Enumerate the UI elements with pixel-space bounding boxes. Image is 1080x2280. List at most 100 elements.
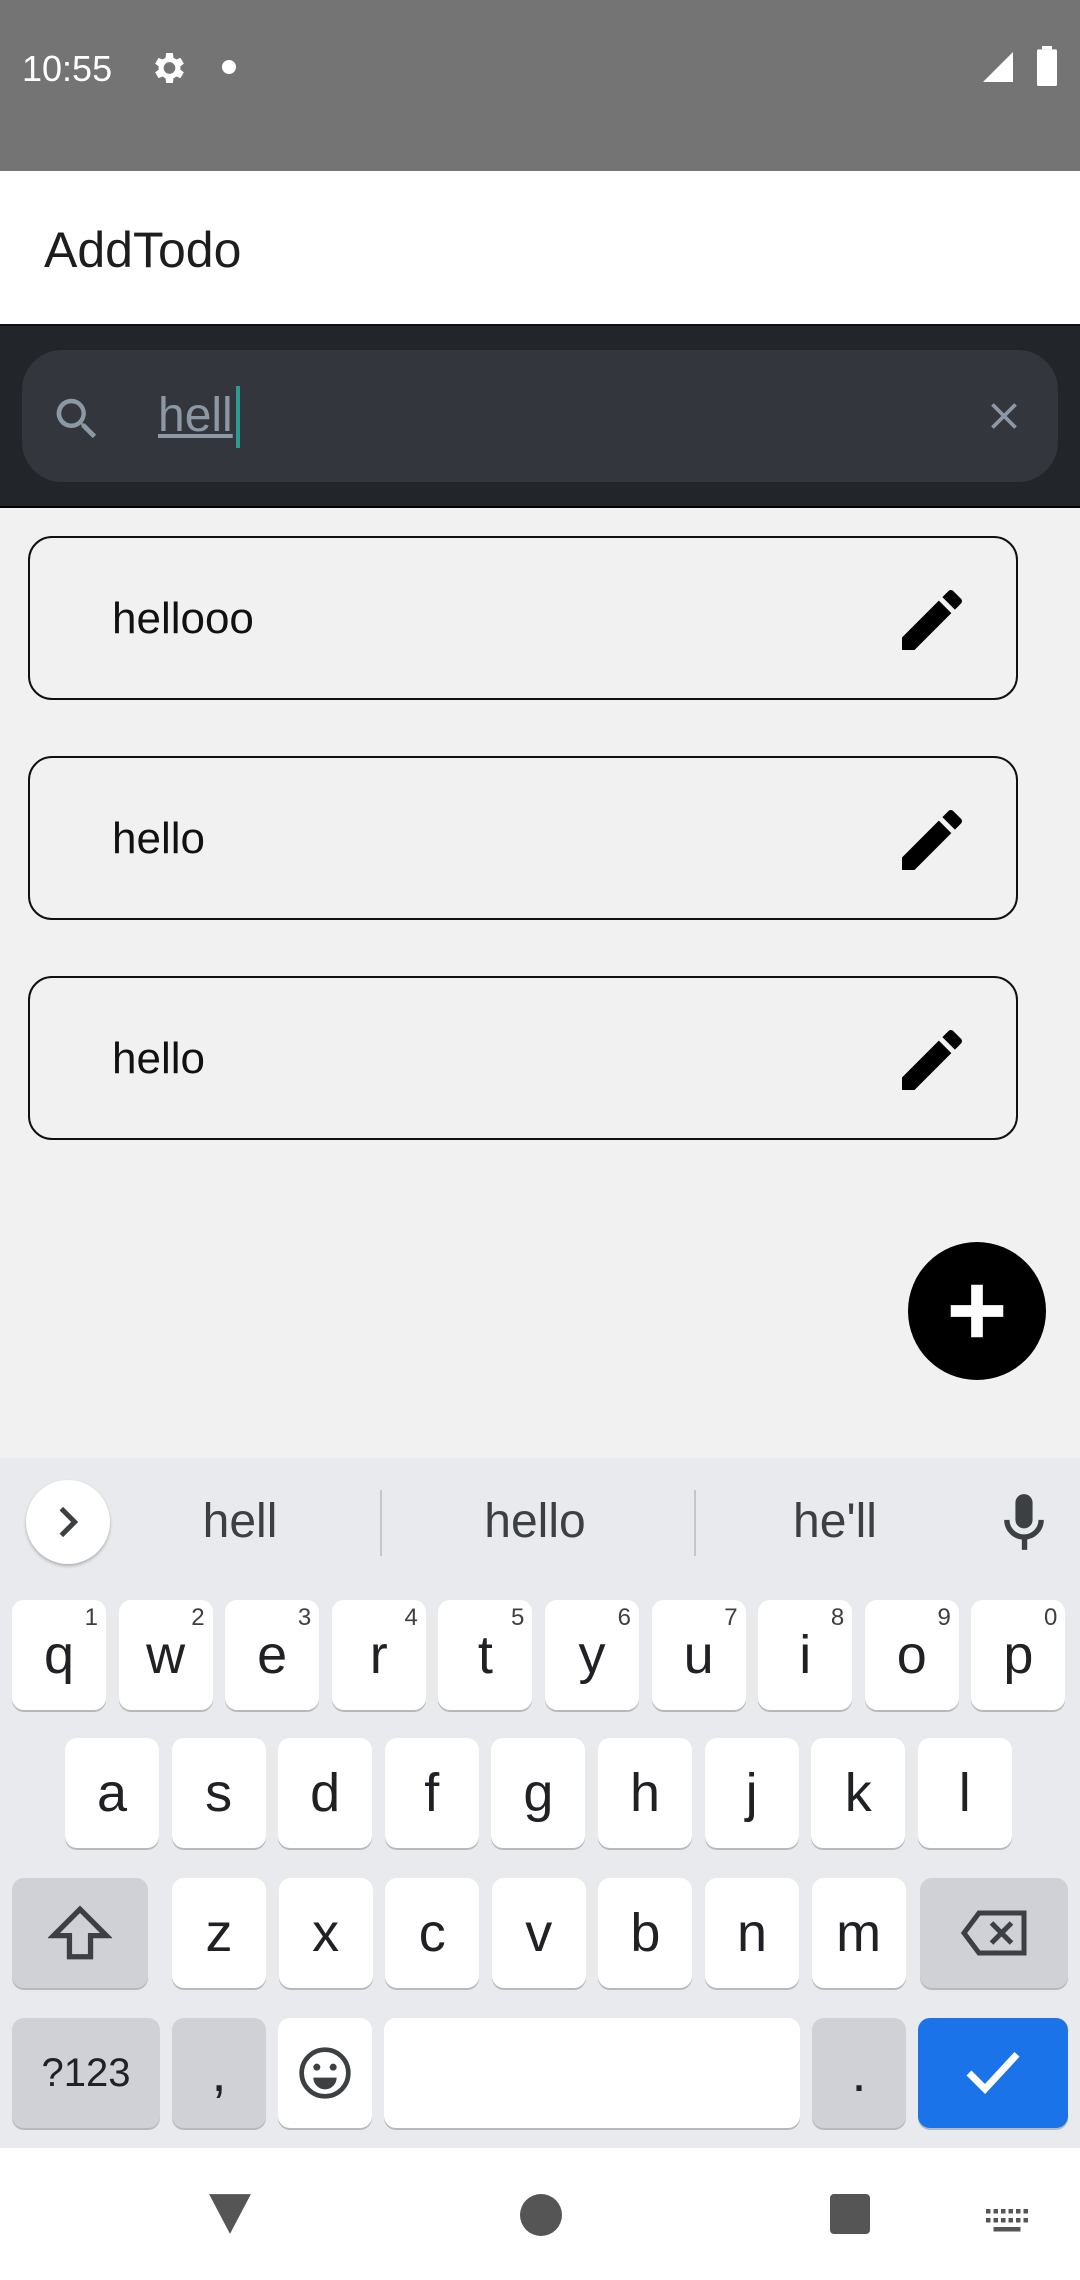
key-label: d (310, 1763, 341, 1823)
edit-pencil-icon[interactable] (892, 800, 972, 880)
key-x[interactable]: x (278, 1878, 373, 1988)
status-bar: 10:55 (0, 0, 1080, 171)
key-hint: 6 (617, 1604, 631, 1631)
todo-text: hellooo (112, 594, 254, 643)
key-b[interactable]: b (598, 1878, 693, 1988)
home-circle-icon[interactable] (520, 2194, 562, 2236)
chevron-right-icon (59, 1506, 79, 1538)
key-label: k (844, 1763, 872, 1823)
suggestion-item[interactable]: he'll (740, 1494, 930, 1549)
key-label: s (205, 1763, 233, 1823)
key-h[interactable]: h (598, 1738, 692, 1848)
battery-icon (1037, 46, 1057, 86)
shift-icon (48, 1905, 112, 1960)
expand-toolbar-button[interactable] (26, 1480, 110, 1564)
key-w[interactable]: w2 (118, 1600, 213, 1710)
key-label: g (523, 1763, 554, 1823)
plus-icon (950, 1284, 1004, 1338)
key-label: o (896, 1625, 927, 1685)
key-s[interactable]: s (171, 1738, 266, 1848)
suggestion-item[interactable]: hell (150, 1494, 330, 1549)
key-label: u (683, 1625, 714, 1685)
key-g[interactable]: g (491, 1738, 586, 1848)
key-label: p (1003, 1625, 1034, 1685)
key-label: w (146, 1625, 186, 1685)
suggestion-divider (694, 1490, 696, 1556)
key-y[interactable]: y6 (545, 1600, 639, 1710)
notification-dot-icon (222, 60, 236, 74)
key-v[interactable]: v (491, 1878, 586, 1988)
key-i[interactable]: i8 (758, 1600, 853, 1710)
todo-text: hello (112, 1034, 205, 1083)
back-triangle-icon[interactable] (204, 2190, 256, 2236)
key-hint: 0 (1044, 1604, 1058, 1631)
todo-item[interactable]: hellooo (28, 536, 1018, 700)
key-label: q (43, 1625, 75, 1685)
key-j[interactable]: j (704, 1738, 799, 1848)
key-label: e (257, 1625, 288, 1685)
key-hint: 5 (511, 1604, 525, 1631)
todo-item[interactable]: hello (28, 976, 1018, 1140)
key-r[interactable]: r4 (331, 1600, 426, 1710)
search-input[interactable] (158, 380, 938, 450)
key-hint: 9 (937, 1604, 951, 1631)
key-label: z (205, 1903, 233, 1963)
suggestion-strip: hell hello he'll (0, 1458, 1080, 1586)
key-f[interactable]: f (384, 1738, 479, 1848)
period-key[interactable]: . (812, 2018, 906, 2128)
settings-gear-icon (155, 53, 184, 83)
search-box[interactable] (22, 350, 1058, 482)
space-key[interactable] (384, 2018, 800, 2128)
key-k[interactable]: k (811, 1738, 906, 1848)
edit-pencil-icon[interactable] (892, 580, 972, 660)
key-label: c (418, 1903, 446, 1963)
key-hint: 1 (84, 1604, 98, 1631)
key-hint: 7 (724, 1604, 738, 1631)
clear-icon[interactable] (982, 394, 1026, 438)
key-n[interactable]: n (705, 1878, 799, 1988)
key-t[interactable]: t5 (438, 1600, 533, 1710)
checkmark-icon (966, 2051, 1020, 2095)
edit-pencil-icon[interactable] (892, 1020, 972, 1100)
key-label: x (312, 1903, 340, 1963)
keyboard-switch-icon[interactable] (986, 2208, 1028, 2234)
key-m[interactable]: m (811, 1878, 906, 1988)
key-label: a (96, 1763, 128, 1823)
key-o[interactable]: o9 (864, 1600, 959, 1710)
emoji-key[interactable] (278, 2018, 372, 2128)
backspace-icon (960, 1910, 1027, 1956)
done-key[interactable] (918, 2018, 1068, 2128)
todo-item[interactable]: hello (28, 756, 1018, 920)
backspace-key[interactable] (920, 1878, 1068, 1988)
signal-icon (983, 52, 1013, 82)
key-q[interactable]: q1 (12, 1600, 106, 1710)
key-label: i (799, 1625, 812, 1685)
key-e[interactable]: e3 (225, 1600, 320, 1710)
shift-key[interactable] (12, 1878, 148, 1988)
key-u[interactable]: u7 (651, 1600, 746, 1710)
key-a[interactable]: a (65, 1738, 159, 1848)
navigation-bar (0, 2148, 1080, 2280)
microphone-icon[interactable] (998, 1492, 1050, 1552)
todo-text: hello (112, 814, 205, 863)
symbols-key[interactable]: ?123 (12, 2018, 160, 2128)
key-l[interactable]: l (917, 1738, 1012, 1848)
key-label: r (369, 1625, 388, 1685)
key-p[interactable]: p0 (971, 1600, 1066, 1710)
status-time: 10:55 (22, 48, 113, 89)
comma-key[interactable]: , (172, 2018, 266, 2128)
key-z[interactable]: z (172, 1878, 266, 1988)
suggestion-divider (380, 1490, 382, 1556)
key-hint: 2 (191, 1604, 205, 1631)
key-label: f (424, 1763, 440, 1823)
key-hint: 4 (404, 1604, 418, 1631)
recents-square-icon[interactable] (830, 2194, 870, 2234)
suggestion-item[interactable]: hello (430, 1494, 640, 1549)
page-title: AddTodo (44, 222, 242, 278)
key-c[interactable]: c (385, 1878, 480, 1988)
key-label: l (958, 1763, 971, 1823)
key-label: n (736, 1903, 768, 1963)
key-hint: 8 (830, 1604, 845, 1631)
add-todo-button[interactable] (908, 1242, 1046, 1380)
key-d[interactable]: d (278, 1738, 373, 1848)
